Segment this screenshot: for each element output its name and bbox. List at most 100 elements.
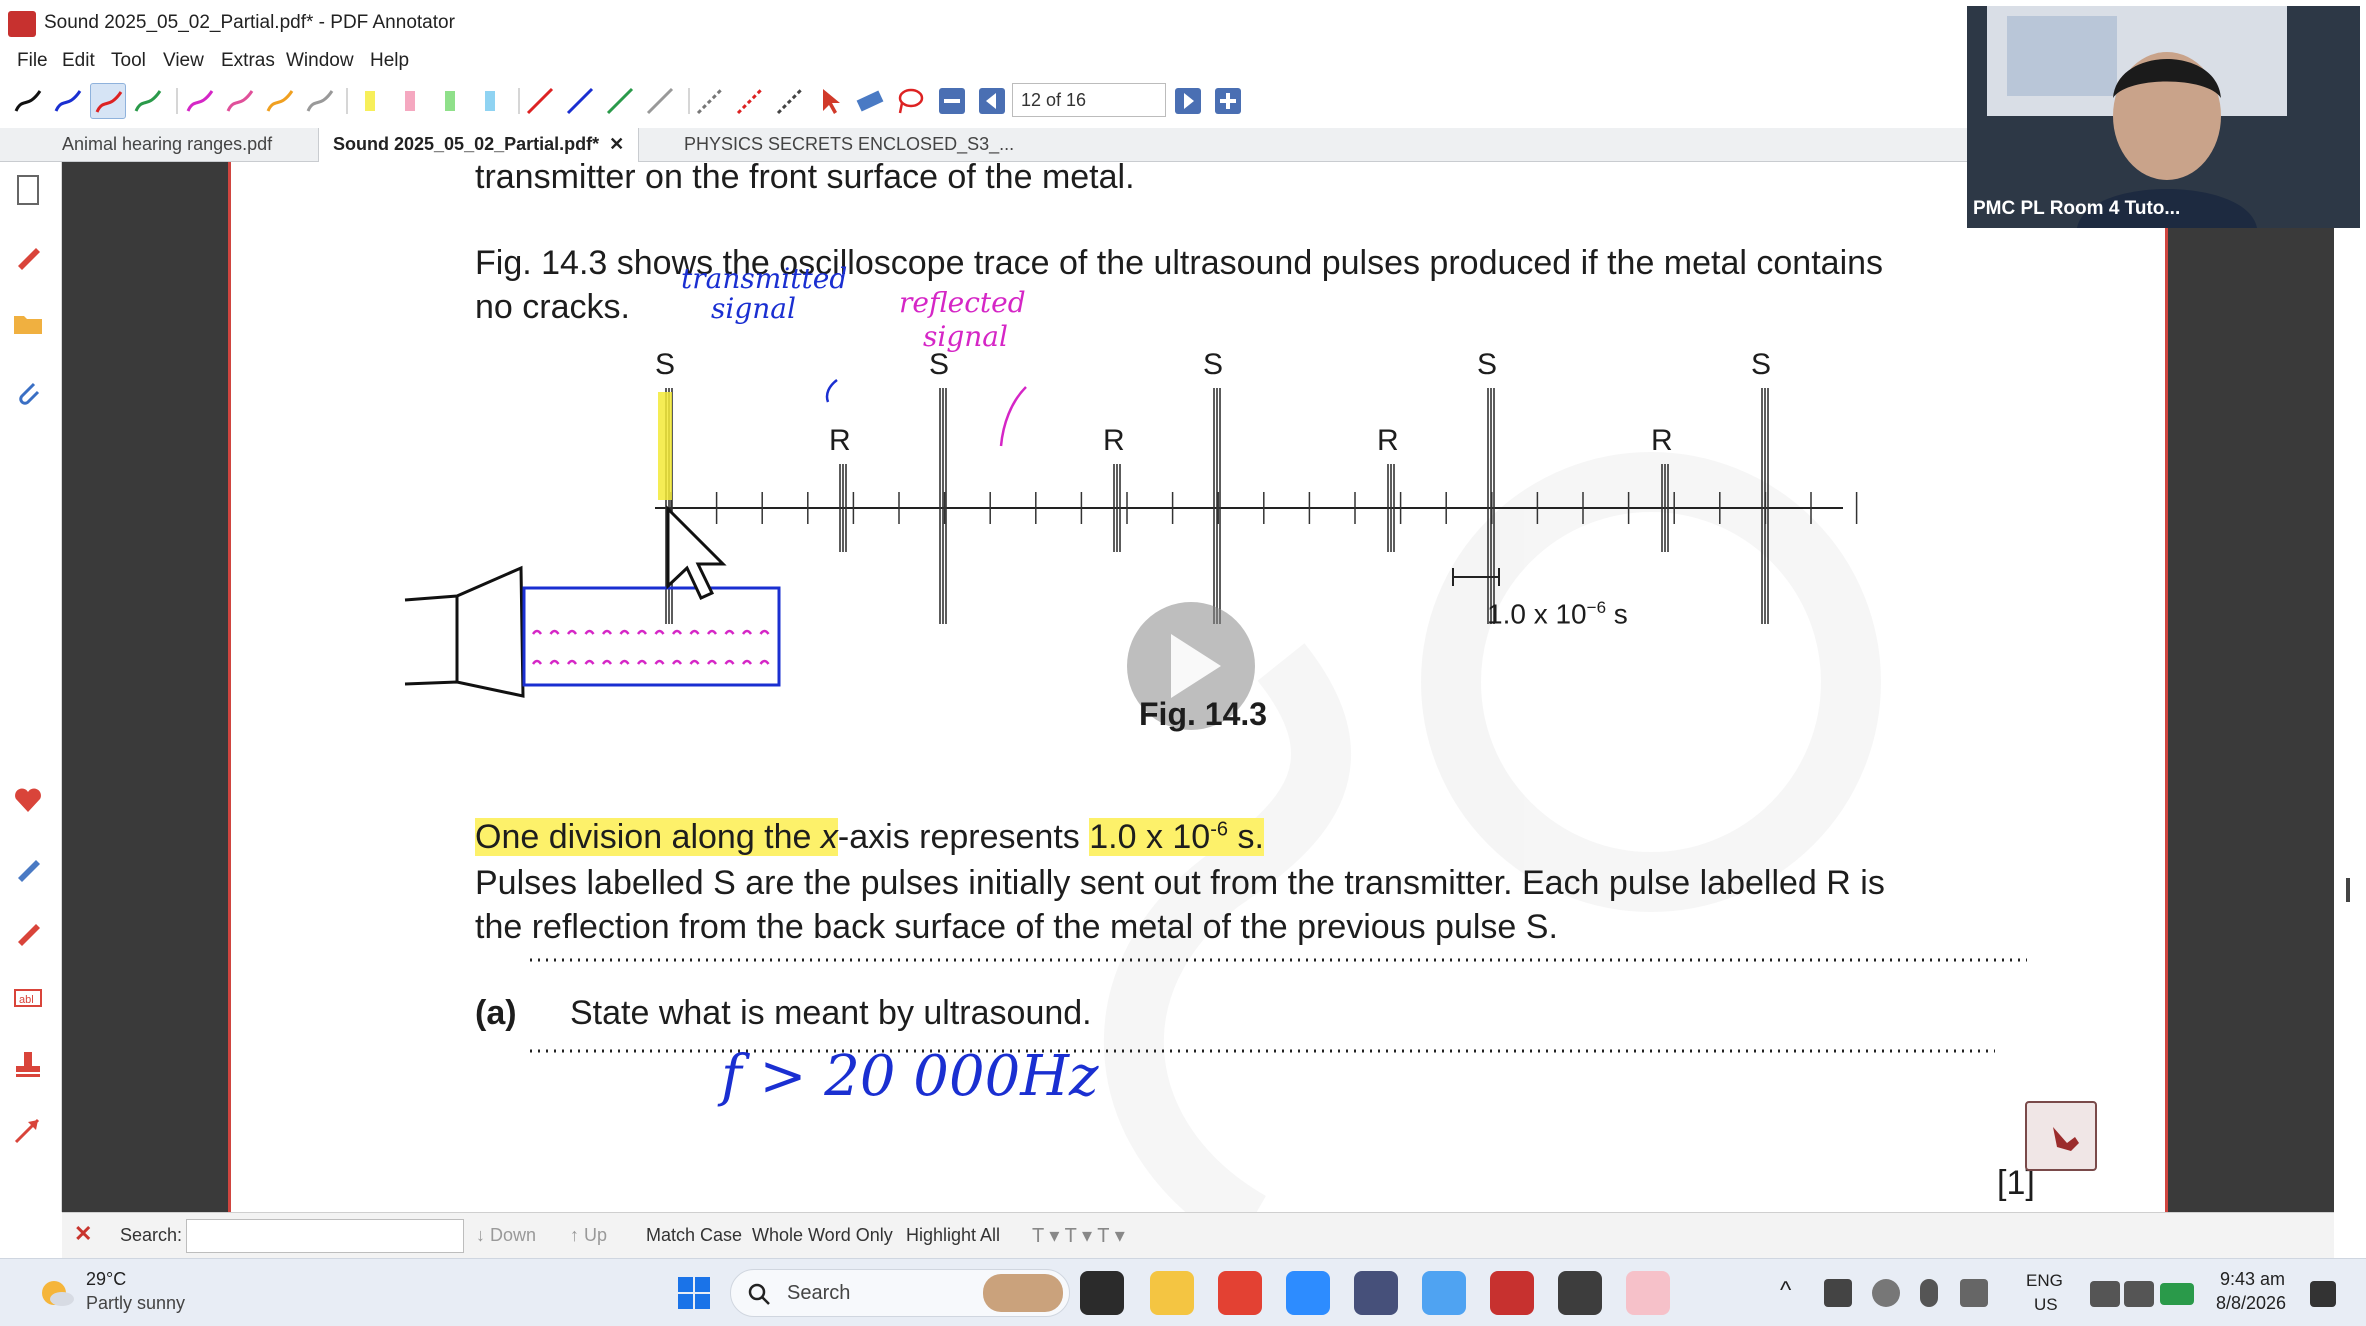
pen-magenta-icon[interactable] <box>182 83 218 119</box>
metal-block-sketch <box>522 586 781 687</box>
line-blue-icon[interactable] <box>562 83 598 119</box>
previous-page-icon[interactable] <box>974 83 1010 119</box>
dashed-line-red-icon[interactable] <box>732 83 768 119</box>
wave-mark <box>654 629 665 635</box>
pen-orange-icon[interactable] <box>262 83 298 119</box>
whiteboard-app-icon[interactable] <box>1626 1271 1670 1315</box>
menu-view[interactable]: View <box>163 50 204 72</box>
volume-icon[interactable] <box>2124 1281 2154 1307</box>
next-page-icon[interactable] <box>1170 83 1206 119</box>
microphone-icon[interactable] <box>1920 1279 1938 1307</box>
windows-start-icon[interactable] <box>674 1273 714 1313</box>
pdf-page[interactable]: transmitter on the front surface of the … <box>228 162 2168 1212</box>
tab-physics-secrets[interactable]: PHYSICS SECRETS ENCLOSED_S3_... <box>670 128 1028 162</box>
pulse-highlight <box>658 392 672 500</box>
paperclip-icon[interactable] <box>10 374 46 410</box>
match-case-toggle[interactable]: Match Case <box>646 1225 742 1246</box>
wave-mark <box>724 659 735 665</box>
add-page-icon[interactable] <box>1210 83 1246 119</box>
dashed-line-dark-icon[interactable] <box>772 83 808 119</box>
clock-date: 8/8/2026 <box>2216 1293 2287 1313</box>
wifi-icon[interactable] <box>2090 1281 2120 1307</box>
tab-label: Sound 2025_05_02_Partial.pdf* <box>333 134 600 154</box>
whole-word-toggle[interactable]: Whole Word Only <box>752 1225 893 1246</box>
pen-green-icon[interactable] <box>130 83 166 119</box>
laser-pointer-icon[interactable] <box>812 83 848 119</box>
zoom-icon[interactable] <box>1286 1271 1330 1315</box>
raise-hand-button[interactable] <box>2025 1101 2097 1171</box>
arrow-tool-icon[interactable] <box>10 1112 46 1148</box>
tray-overflow-icon[interactable]: ^ <box>1780 1277 1791 1305</box>
pen-blue-icon[interactable] <box>50 83 86 119</box>
highlighter-blue-icon[interactable] <box>472 83 508 119</box>
wave-mark <box>601 629 613 635</box>
lasso-icon[interactable] <box>892 83 928 119</box>
pencil-icon[interactable] <box>10 238 46 274</box>
wave-mark <box>724 629 735 635</box>
page-number-input[interactable] <box>1012 83 1166 117</box>
close-tab-icon[interactable]: ✕ <box>609 134 624 154</box>
page-thumbnail-icon[interactable] <box>10 172 46 208</box>
close-find-icon[interactable]: ✕ <box>74 1221 92 1247</box>
pen-black-icon[interactable] <box>10 83 46 119</box>
annotation-toolbar <box>0 80 1960 124</box>
line-red-icon[interactable] <box>522 83 558 119</box>
pen-red-icon[interactable] <box>90 83 126 119</box>
highlight-all-toggle[interactable]: Highlight All <box>906 1225 1000 1246</box>
highlighter-pink-icon[interactable] <box>392 83 428 119</box>
tab-animal-hearing[interactable]: Animal hearing ranges.pdf <box>48 128 286 162</box>
safari-style-icon[interactable] <box>1354 1271 1398 1315</box>
pdf-annotator-taskbar-icon[interactable] <box>1490 1271 1534 1315</box>
pen-input-icon[interactable] <box>1960 1279 1988 1307</box>
dashed-line-gray-icon[interactable] <box>692 83 728 119</box>
favorite-heart-icon[interactable] <box>10 782 46 818</box>
pulse-label-r: R <box>829 424 851 457</box>
tab-sound-partial[interactable]: Sound 2025_05_02_Partial.pdf* ✕ <box>318 128 640 162</box>
line-gray-icon[interactable] <box>642 83 678 119</box>
video-call-thumbnail[interactable]: PMC PL Room 4 Tuto... <box>1967 6 2360 228</box>
pen-gray-icon[interactable] <box>302 83 338 119</box>
line-green-icon[interactable] <box>602 83 638 119</box>
find-search-input[interactable] <box>186 1219 464 1253</box>
menu-window[interactable]: Window <box>286 50 354 72</box>
toolbar-separator <box>518 88 520 114</box>
text-box-icon[interactable]: abl <box>10 980 46 1016</box>
pen-edit-icon[interactable] <box>10 850 46 886</box>
zoom-out-icon[interactable] <box>934 83 970 119</box>
wave-mark <box>549 659 560 665</box>
pulse-label-s: S <box>1203 348 1224 381</box>
menu-help[interactable]: Help <box>370 50 409 72</box>
window-title: Sound 2025_05_02_Partial.pdf* - PDF Anno… <box>44 12 455 33</box>
document-viewer[interactable]: transmitter on the front surface of the … <box>62 162 2334 1212</box>
pen-pink-icon[interactable] <box>222 83 258 119</box>
eraser-icon[interactable] <box>852 83 888 119</box>
file-explorer-icon[interactable] <box>1150 1271 1194 1315</box>
menu-edit[interactable]: Edit <box>62 50 95 72</box>
mouse-cursor-icon <box>666 505 727 600</box>
task-view-icon[interactable] <box>1080 1271 1124 1315</box>
highlighter-green-icon[interactable] <box>432 83 468 119</box>
notification-icon[interactable] <box>2310 1281 2336 1307</box>
user-figure-icon[interactable] <box>1558 1271 1602 1315</box>
vertical-scrollbar[interactable] <box>2334 162 2366 1212</box>
sync-off-icon[interactable] <box>1872 1279 1900 1307</box>
menu-extras[interactable]: Extras <box>221 50 275 72</box>
dropbox-icon[interactable] <box>1824 1279 1852 1307</box>
menu-tool[interactable]: Tool <box>111 50 146 72</box>
scrollbar-thumb[interactable] <box>2346 878 2350 902</box>
folder-icon[interactable] <box>10 306 46 342</box>
word-app-icon[interactable] <box>1422 1271 1466 1315</box>
battery-icon[interactable] <box>2160 1283 2194 1305</box>
find-up-button[interactable]: ↑ Up <box>570 1225 607 1246</box>
pulse-label-r: R <box>1651 424 1673 457</box>
tab-label: Animal hearing ranges.pdf <box>62 134 273 154</box>
taskbar-search-box[interactable]: Search <box>730 1269 1070 1317</box>
chrome-icon[interactable] <box>1218 1271 1262 1315</box>
search-icon <box>748 1283 770 1305</box>
marker-icon[interactable] <box>10 914 46 950</box>
text-format-icon[interactable]: T ▾ T ▾ T ▾ <box>1032 1223 1125 1248</box>
stamp-icon[interactable] <box>10 1046 46 1082</box>
highlighter-yellow-icon[interactable] <box>352 83 388 119</box>
menu-file[interactable]: File <box>17 50 48 72</box>
find-down-button[interactable]: ↓ Down <box>476 1225 536 1246</box>
